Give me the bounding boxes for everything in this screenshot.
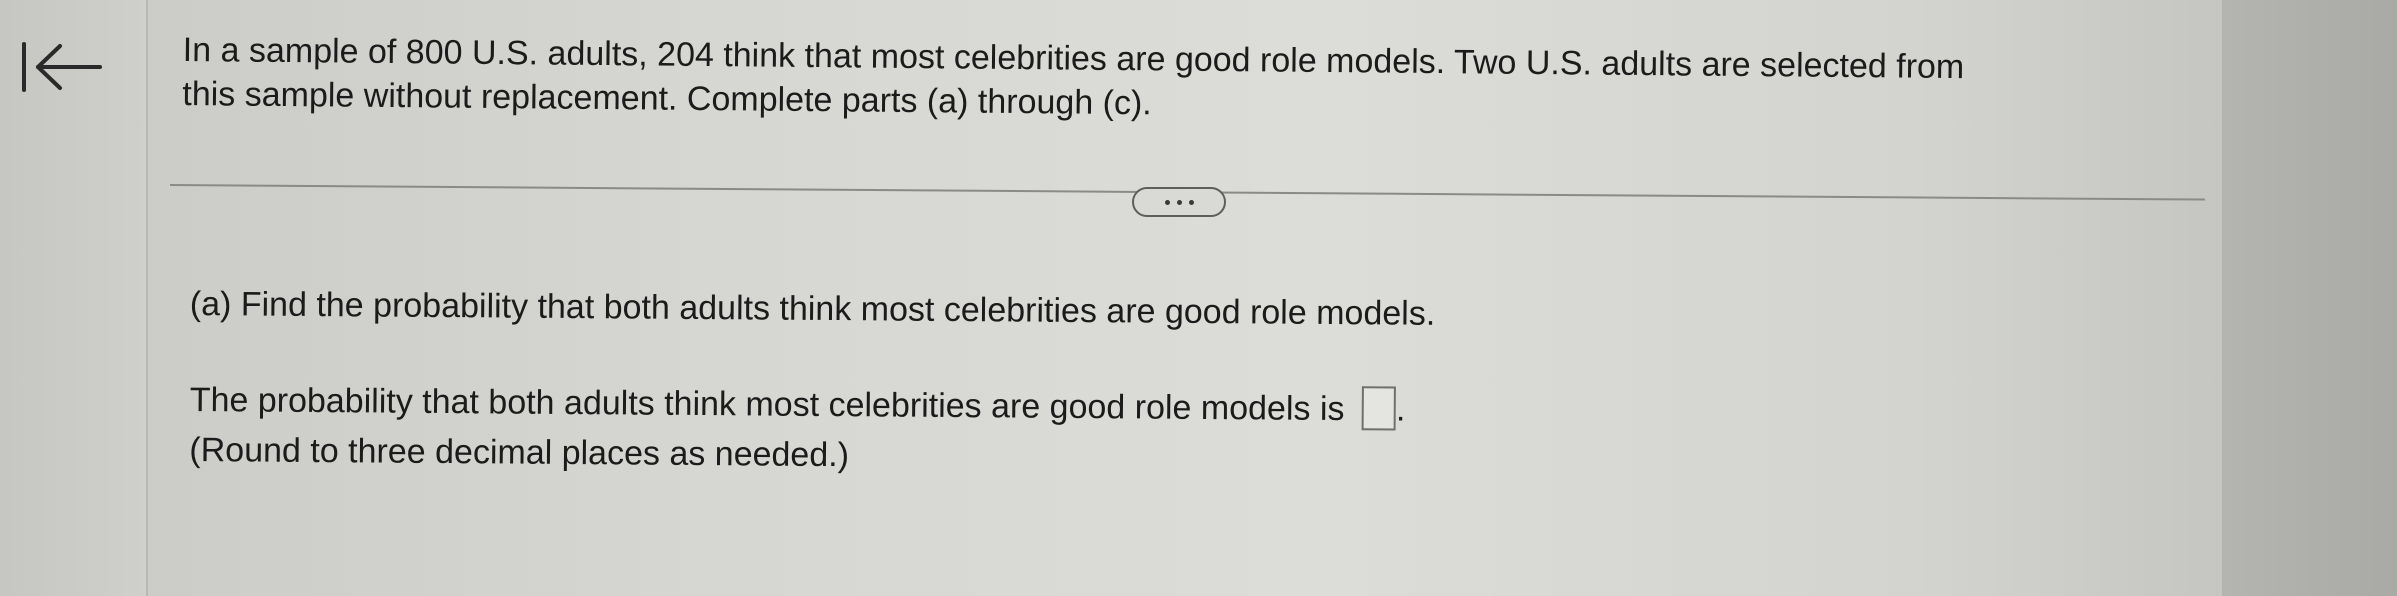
show-more-button[interactable] [1132,187,1226,217]
answer-input-box[interactable] [1361,386,1397,431]
collapse-left-icon [22,42,102,92]
more-dots-icon [1188,199,1194,205]
question-text: In a sample of 800 U.S. adults, 204 thin… [182,28,2183,135]
more-dots-icon [1164,199,1170,205]
gutter-divider [146,0,148,596]
part-a-prompt: (a) Find the probability that both adult… [189,284,1436,333]
right-edge-panel [2222,0,2397,596]
answer-line: The probability that both adults think m… [190,372,1406,438]
answer-suffix: . [1395,390,1406,429]
more-dots-icon [1176,199,1182,205]
answer-block: The probability that both adults think m… [189,372,1405,482]
collapse-left-button[interactable] [18,40,104,94]
answer-prefix: The probability that both adults think m… [189,380,1345,429]
